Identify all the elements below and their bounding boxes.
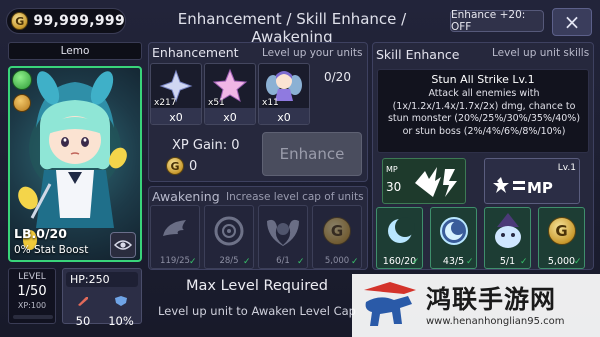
xp-value: XP:100: [17, 301, 47, 310]
wizard-plush-icon: [485, 211, 530, 251]
gold-coin-icon: G: [313, 210, 361, 252]
enhancement-subtitle: Level up your units: [262, 47, 363, 59]
defense-value: 10%: [108, 314, 134, 328]
check-icon: ✓: [520, 257, 528, 267]
check-icon: ✓: [243, 257, 251, 267]
awaken-material-slot[interactable]: G 5,000 ✓: [312, 205, 362, 269]
mp-value: 30: [386, 180, 402, 194]
stats-panel: HP:250 50 10%: [62, 268, 142, 328]
wing-fragment-icon: [151, 210, 199, 252]
page-title: Enhancement / Skill Enhance / Awakening: [177, 10, 407, 46]
check-icon: ✓: [466, 257, 474, 267]
crescent-moon-icon: [377, 211, 422, 251]
hp-value: HP:250: [66, 272, 138, 287]
stun-strike-icon: [415, 167, 457, 197]
enhance-material-slot[interactable]: x217 x0: [150, 63, 202, 125]
gold-balance: G 99,999,999: [6, 8, 126, 34]
gold-coin-icon: G: [11, 12, 29, 30]
check-icon: ✓: [189, 257, 197, 267]
xp-gain: XP Gain: 0: [172, 138, 240, 153]
gold-cost-value: 0: [189, 158, 198, 174]
ring-orb-icon: [205, 210, 253, 252]
mp-label: MP: [386, 165, 398, 174]
check-icon: ✓: [297, 257, 305, 267]
skill-icon-panel: MP 30: [382, 158, 466, 204]
check-icon: ✓: [351, 257, 359, 267]
svg-text:MP: MP: [527, 179, 553, 197]
enhance-slot-count: 0/20: [324, 70, 351, 84]
mp-down-icon: MP: [493, 177, 553, 197]
rank-badge-icon: [13, 94, 31, 112]
gold-amount: 99,999,999: [33, 13, 125, 29]
max-level-notice: Max Level Required: [185, 278, 328, 294]
material-count: x217: [154, 98, 177, 108]
gold-symbol: G: [170, 159, 180, 173]
skill-enhance-subtitle: Level up unit skills: [492, 47, 590, 59]
skill-material-slot[interactable]: 5/1 ✓: [484, 207, 531, 269]
enhancement-title: Enhancement: [152, 45, 239, 60]
gold-symbol: G: [330, 222, 344, 240]
enhance-material-slot[interactable]: x51 x0: [204, 63, 256, 125]
enhance-button[interactable]: Enhance: [262, 132, 362, 176]
view-character-button[interactable]: [110, 232, 136, 258]
awaken-material-slot[interactable]: 6/1 ✓: [258, 205, 308, 269]
skill-description: Attack all enemies with (1x/1.2x/1.4x/1.…: [387, 88, 581, 137]
awakening-subtitle: Increase level cap of units: [226, 191, 364, 203]
check-icon: ✓: [574, 257, 582, 267]
material-count: x11: [262, 98, 279, 108]
check-icon: ✓: [412, 257, 420, 267]
skill-material-slot[interactable]: 43/5 ✓: [430, 207, 477, 269]
mp-cost-reduction-panel: Lv.1 MP: [484, 158, 580, 204]
watermark-title: 鸿联手游网: [426, 285, 557, 314]
awakening-title: Awakening: [152, 189, 220, 204]
skill-enhance-title: Skill Enhance: [376, 47, 460, 62]
gold-symbol: G: [15, 14, 25, 28]
close-button[interactable]: ×: [552, 8, 592, 36]
skill-material-slot[interactable]: 160/20 ✓: [376, 207, 423, 269]
material-count: x51: [208, 98, 225, 108]
shield-emblem-icon: [259, 210, 307, 252]
material-use: x0: [205, 108, 255, 124]
xp-progress-bar: [13, 315, 53, 319]
awaken-material-slot[interactable]: 28/5 ✓: [204, 205, 254, 269]
skill-description-box: Stun All Strike Lv.1 Attack all enemies …: [377, 69, 589, 153]
skill-level-tag: Lv.1: [557, 163, 576, 173]
gold-coin-icon: G: [539, 211, 584, 251]
limit-break: LB.0/20: [14, 226, 67, 241]
awaken-note: Level up unit to Awaken Level Cap: [158, 304, 356, 318]
level-label: LEVEL: [18, 272, 46, 282]
skill-material-slot[interactable]: G 5,000 ✓: [538, 207, 585, 269]
skill-name: Stun All Strike Lv.1: [431, 73, 535, 86]
material-use: x0: [259, 108, 309, 124]
enhance-gold-cost: G 0: [166, 157, 197, 175]
level-value: 1/50: [17, 284, 47, 299]
gold-coin-icon: G: [166, 157, 184, 175]
material-use: x0: [151, 108, 201, 124]
enhance-20-toggle-button[interactable]: Enhance +20: OFF: [450, 9, 544, 33]
attack-stat: 50: [65, 291, 101, 328]
character-name: Lemo: [8, 42, 142, 60]
sword-icon: [78, 297, 88, 306]
wind-element-icon: [12, 70, 32, 90]
site-watermark: 鸿联手游网 www.henanhonglian95.com: [352, 274, 600, 337]
awaken-material-slot[interactable]: 119/25 ✓: [150, 205, 200, 269]
stat-boost: 0% Stat Boost: [14, 244, 89, 256]
level-panel: LEVEL 1/50 XP:100: [8, 268, 56, 324]
gold-symbol: G: [555, 222, 568, 240]
eye-icon: [114, 240, 132, 250]
defense-stat: 10%: [103, 291, 139, 328]
attack-value: 50: [75, 314, 91, 328]
watermark-logo-icon: [364, 282, 416, 326]
shield-icon: [115, 296, 127, 306]
enhance-material-slot[interactable]: x11 x0: [258, 63, 310, 125]
moon-orb-icon: [431, 211, 476, 251]
watermark-url: www.henanhonglian95.com: [426, 316, 565, 327]
